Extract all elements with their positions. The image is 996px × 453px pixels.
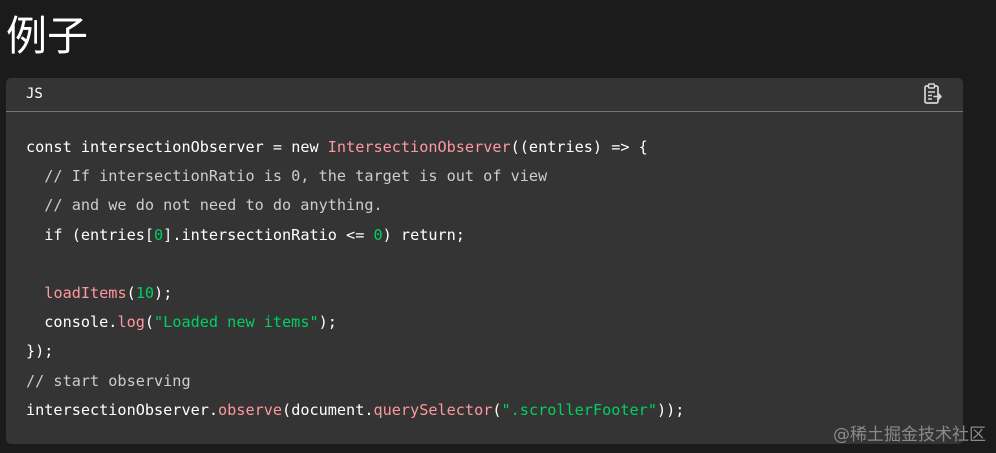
- code-token: loadItems: [44, 283, 127, 302]
- code-token: );: [318, 313, 337, 332]
- code-line: console.log("Loaded new items");: [26, 308, 684, 337]
- code-content: const intersectionObserver = new Interse…: [26, 133, 684, 425]
- code-block-header: JS: [6, 78, 963, 112]
- watermark: @稀土掘金技术社区: [833, 425, 986, 445]
- code-token: (: [144, 313, 155, 332]
- code-token: const: [26, 138, 81, 156]
- code-line: // If intersectionRatio is 0, the target…: [26, 162, 684, 191]
- code-token: intersectionObserver.: [26, 400, 219, 419]
- code-token: });: [26, 342, 54, 361]
- code-token: // If intersectionRatio is 0, the target…: [26, 167, 548, 186]
- code-token: 0: [373, 225, 383, 244]
- code-token: ((entries) => {: [510, 138, 648, 156]
- code-line: if (entries[0].intersectionRatio <= 0) r…: [26, 221, 684, 250]
- code-token: (: [492, 400, 502, 419]
- code-language-label: JS: [26, 86, 43, 102]
- code-line: intersectionObserver.observe(document.qu…: [26, 396, 684, 425]
- code-token: // and we do not need to do anything.: [26, 196, 383, 215]
- clipboard-copy-icon: [924, 83, 942, 104]
- code-token: console.: [26, 313, 118, 332]
- code-token: // start observing: [26, 371, 191, 390]
- code-token: new: [291, 138, 328, 156]
- code-token: );: [154, 283, 173, 302]
- code-token: querySelector: [373, 400, 493, 419]
- code-token: 10: [135, 283, 155, 302]
- copy-code-button[interactable]: [921, 82, 945, 106]
- page-heading: 例子: [6, 12, 88, 60]
- code-token: (: [126, 283, 136, 302]
- code-token: intersectionObserver: [80, 138, 264, 156]
- code-line: // and we do not need to do anything.: [26, 191, 684, 220]
- code-token: =: [263, 138, 292, 156]
- code-line: // start observing: [26, 367, 684, 396]
- code-token: "Loaded new items": [154, 313, 319, 332]
- code-line: const intersectionObserver = new Interse…: [26, 133, 684, 162]
- code-token: if (entries[: [26, 225, 155, 244]
- code-token: ) return;: [382, 225, 465, 244]
- code-line: loadItems(10);: [26, 279, 684, 308]
- code-line: });: [26, 337, 684, 366]
- code-token: observe: [218, 400, 283, 419]
- code-token: log: [117, 313, 145, 332]
- code-token: ));: [656, 400, 685, 419]
- code-token: ].intersectionRatio <=: [163, 225, 374, 244]
- code-token: 0: [154, 225, 164, 244]
- code-block: JS const intersectionObserver = new Inte…: [6, 78, 963, 444]
- code-token: IntersectionObserver: [327, 138, 511, 156]
- code-token: ".scrollerFooter": [501, 400, 657, 419]
- code-token: (document.: [282, 400, 374, 419]
